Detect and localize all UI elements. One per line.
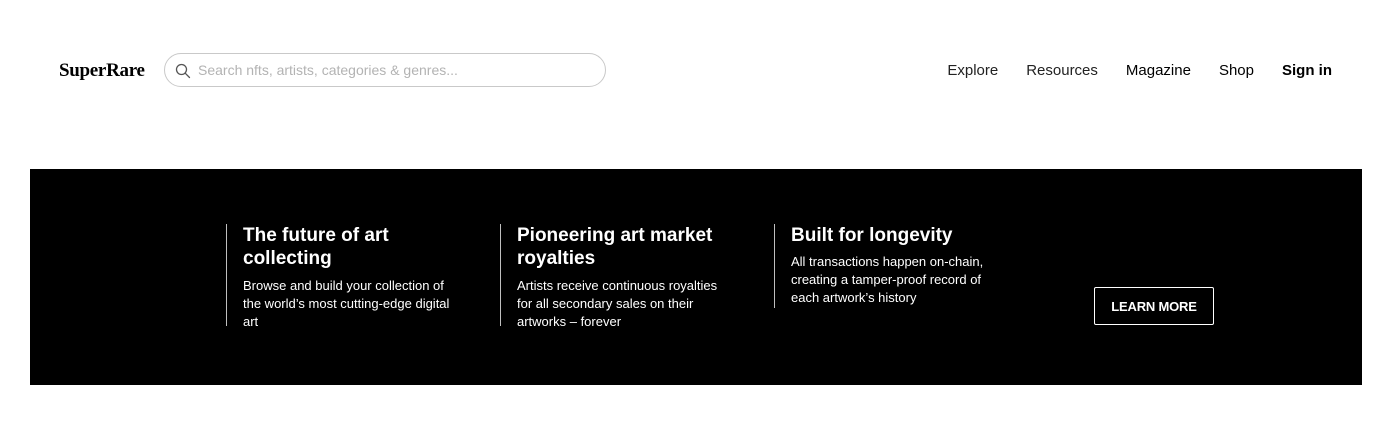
feature-description: Artists receive continuous royalties for… — [517, 278, 718, 329]
feature-title: Pioneering art market royalties — [517, 225, 713, 269]
site-header: SuperRare Explore Resources Magazine Sho… — [0, 0, 1400, 140]
feature-future-of-collecting: The future of art collecting Browse and … — [226, 224, 451, 329]
search-input[interactable] — [198, 54, 593, 86]
nav-shop[interactable]: Shop — [1219, 61, 1254, 81]
nav-resources[interactable]: Resources — [1026, 61, 1098, 81]
feature-description: All transactions happen on-chain, creati… — [791, 254, 984, 305]
main-nav: Explore Resources Magazine Shop Sign in — [947, 61, 1332, 81]
superrare-logo[interactable]: SuperRare — [59, 59, 145, 83]
search-bar[interactable] — [164, 53, 606, 87]
nav-explore[interactable]: Explore — [947, 61, 998, 81]
feature-longevity: Built for longevity All transactions hap… — [774, 224, 1009, 308]
feature-title: The future of art collecting — [243, 225, 389, 269]
sign-in-link[interactable]: Sign in — [1282, 61, 1332, 81]
learn-more-button[interactable]: LEARN MORE — [1094, 287, 1214, 325]
feature-description: Browse and build your collection of the … — [243, 278, 450, 329]
feature-title: Built for longevity — [791, 225, 953, 246]
feature-royalties: Pioneering art market royalties Artists … — [500, 224, 725, 329]
nav-magazine[interactable]: Magazine — [1126, 61, 1191, 81]
value-proposition-banner: The future of art collecting Browse and … — [30, 169, 1362, 385]
search-icon — [175, 63, 191, 79]
